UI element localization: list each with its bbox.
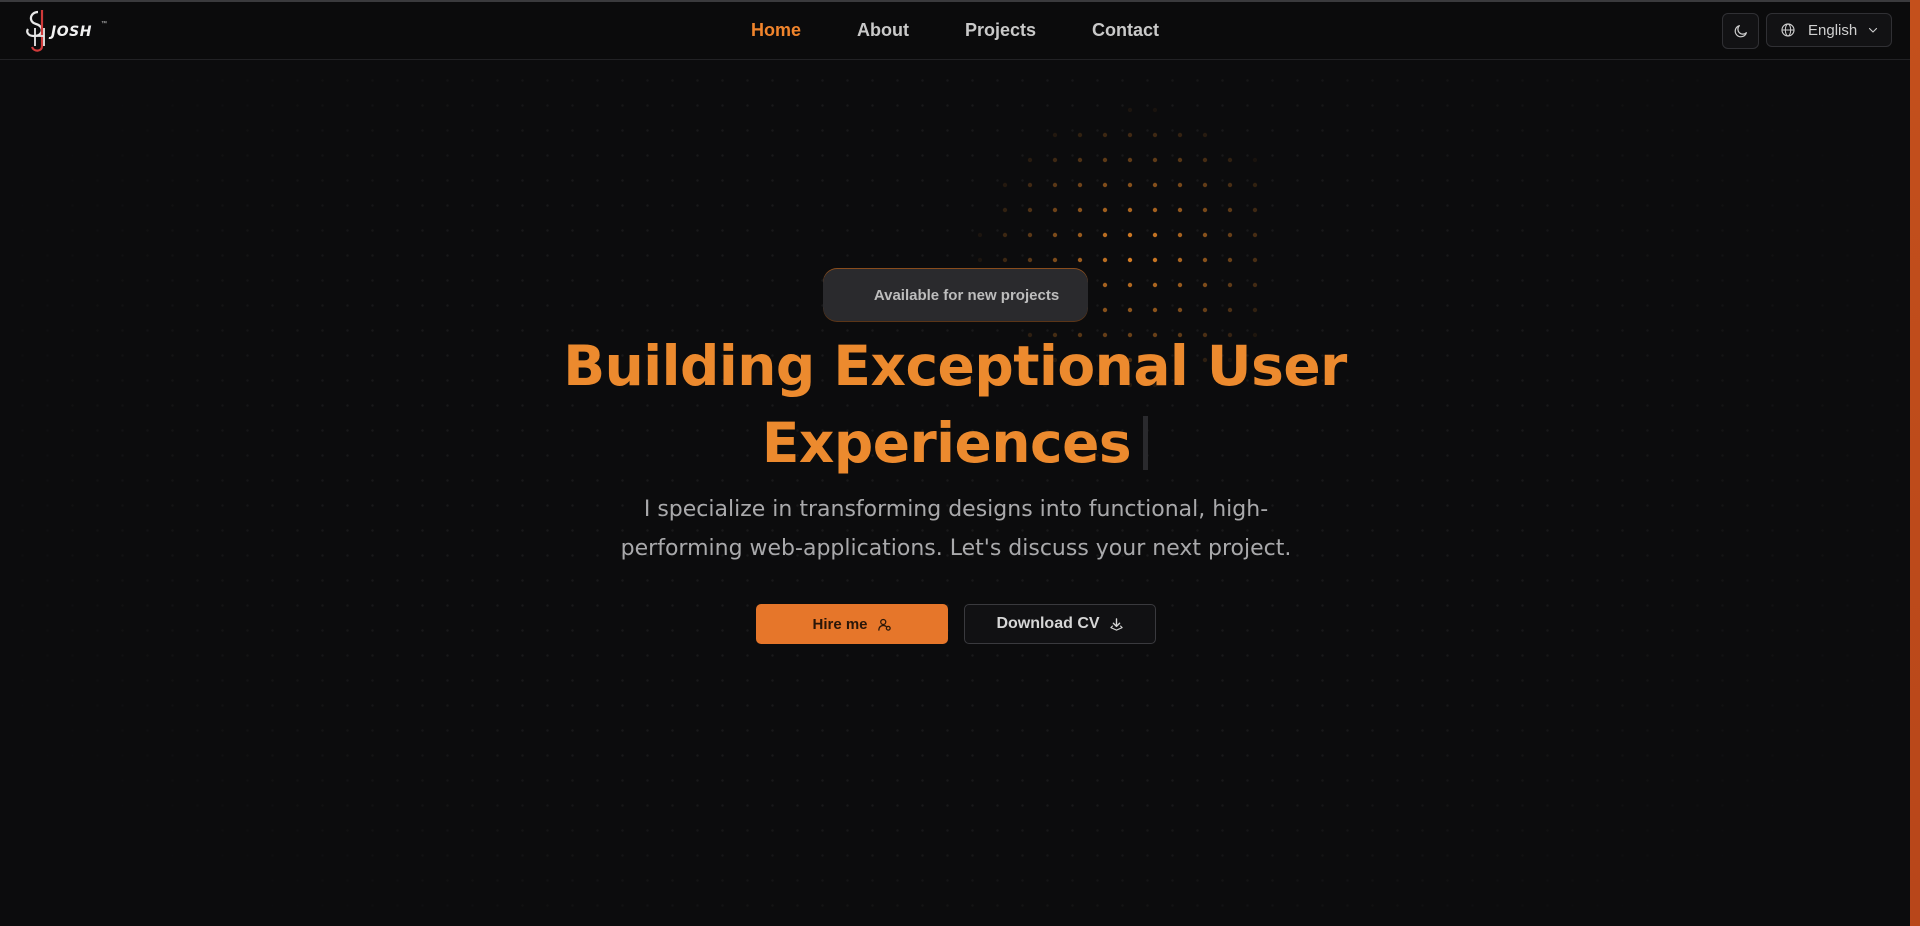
hero-headline-line2: Experiences	[761, 411, 1132, 475]
chevron-down-icon	[1869, 27, 1878, 33]
nav-contact[interactable]: Contact	[1092, 20, 1159, 41]
nav-about[interactable]: About	[857, 20, 909, 41]
language-select[interactable]: English	[1766, 13, 1892, 47]
hero-subtitle-line2: performing web-applications. Let's discu…	[620, 536, 1292, 561]
hero-subtitle-line1: I specialize in transforming designs int…	[643, 497, 1269, 522]
globe-icon	[1781, 23, 1795, 37]
moon-icon	[1734, 25, 1747, 38]
scrollbar[interactable]	[1910, 0, 1920, 926]
logo[interactable]: JOSH ™	[24, 6, 108, 56]
availability-badge-text: Available for new projects	[873, 286, 1060, 304]
nav-projects[interactable]: Projects	[965, 20, 1036, 41]
logo-trademark: ™	[101, 21, 107, 27]
download-icon	[1109, 617, 1123, 631]
hire-me-label: Hire me	[812, 615, 868, 633]
site-header: JOSH ™ Home About Projects Contact Engli…	[0, 2, 1910, 60]
theme-toggle-button[interactable]	[1722, 13, 1759, 49]
download-cv-label: Download CV	[996, 615, 1100, 632]
hero-headline-line1: Building Exceptional User	[563, 334, 1347, 398]
download-cv-button[interactable]: Download CV	[964, 604, 1156, 644]
user-icon	[877, 618, 891, 631]
hire-me-button[interactable]: Hire me	[756, 604, 948, 644]
typing-caret	[1143, 416, 1149, 470]
main-nav: Home About Projects Contact	[0, 2, 1910, 59]
page: JOSH ™ Home About Projects Contact Engli…	[0, 0, 1920, 926]
hero-subtitle: I specialize in transforming designs int…	[620, 490, 1292, 568]
hero-headline: Building Exceptional User Experiences	[460, 328, 1450, 482]
availability-badge: Available for new projects	[823, 269, 1088, 321]
logo-text: JOSH	[51, 24, 92, 40]
nav-home[interactable]: Home	[751, 20, 801, 41]
language-label: English	[1808, 21, 1858, 39]
